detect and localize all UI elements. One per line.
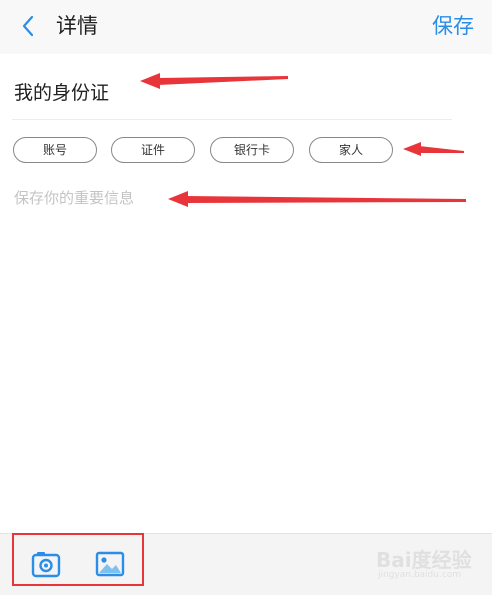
tag-family[interactable]: 家人: [309, 137, 393, 163]
image-icon: [95, 551, 125, 577]
tag-certificate[interactable]: 证件: [111, 137, 195, 163]
tag-bank-card[interactable]: 银行卡: [210, 137, 294, 163]
arrow-to-title: [140, 73, 288, 89]
save-button[interactable]: 保存: [432, 11, 474, 41]
title-divider: [12, 119, 452, 120]
chevron-left-icon: [22, 15, 34, 37]
camera-button[interactable]: [30, 548, 62, 580]
camera-icon: [31, 552, 61, 578]
arrow-to-tags: [403, 142, 464, 156]
page-title: 详情: [56, 14, 98, 38]
watermark: Bai度经验 jingyan.baidu.com: [376, 544, 480, 586]
watermark-brand: Bai度经验: [376, 548, 472, 572]
tag-account[interactable]: 账号: [13, 137, 97, 163]
watermark-url: jingyan.baidu.com: [378, 570, 462, 580]
image-button[interactable]: [94, 548, 126, 580]
back-button[interactable]: [18, 13, 42, 39]
note-title-field[interactable]: 我的身份证: [14, 78, 109, 108]
top-bar: 详情 保存: [0, 0, 492, 54]
note-content-input[interactable]: 保存你的重要信息: [14, 184, 464, 484]
